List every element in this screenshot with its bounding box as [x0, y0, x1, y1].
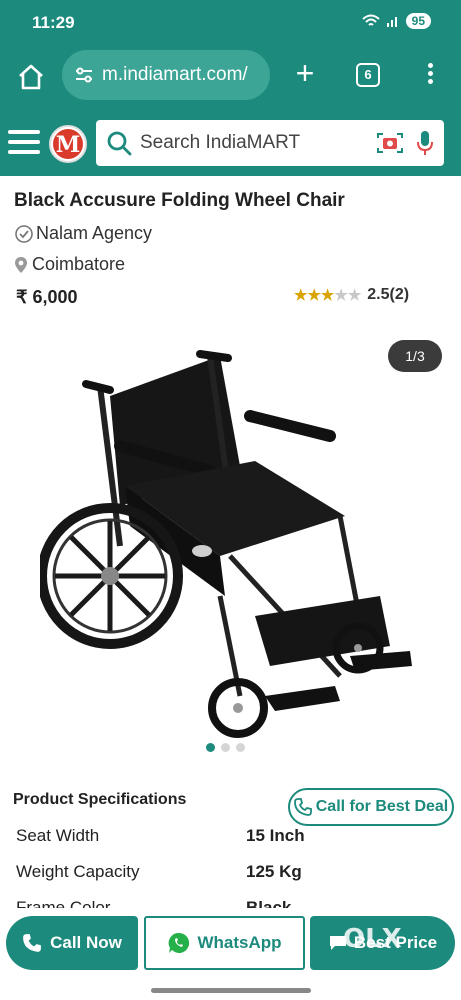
location-pin-icon [15, 256, 27, 273]
search-input[interactable]: Search IndiaMART [96, 120, 444, 166]
specifications-title: Product Specifications [13, 791, 187, 808]
product-title: Black Accusure Folding Wheel Chair [14, 190, 345, 211]
location-row: Coimbatore [14, 254, 125, 275]
search-icon [107, 131, 132, 156]
rating[interactable]: ★★★★★ 2.5(2) [294, 286, 409, 304]
site-settings-icon[interactable] [74, 65, 94, 85]
camera-search-icon[interactable] [376, 130, 404, 156]
star-icon: ★ [320, 287, 335, 304]
home-indicator[interactable] [151, 988, 311, 993]
seller-row[interactable]: Nalam Agency [14, 223, 152, 244]
home-icon[interactable] [16, 62, 46, 92]
carousel-dot[interactable] [206, 743, 215, 752]
indiamart-logo[interactable]: M [49, 125, 87, 163]
browser-toolbar: m.indiamart.com/ + 6 [0, 44, 461, 110]
whatsapp-button[interactable]: WhatsApp [144, 916, 305, 970]
new-tab-button[interactable]: + [290, 57, 320, 89]
search-placeholder: Search IndiaMART [140, 132, 301, 153]
signal-icon [386, 17, 397, 27]
spec-value: 15 Inch [246, 826, 305, 845]
browser-menu-icon[interactable] [420, 60, 440, 90]
star-icon: ★ [347, 287, 362, 304]
star-icon: ★ [334, 287, 348, 304]
location-text: Coimbatore [32, 254, 126, 274]
olx-watermark-text: OLX [343, 924, 402, 954]
spec-label: Seat Width [16, 826, 100, 845]
logo-letter: M [53, 129, 83, 159]
call-now-label: Call Now [50, 933, 122, 952]
whatsapp-icon [169, 932, 190, 953]
star-icon: ★ [307, 287, 321, 304]
image-counter: 1/3 [388, 340, 442, 372]
star-icon: ★ [294, 287, 308, 304]
carousel-dots[interactable] [206, 743, 245, 752]
phone-icon [293, 798, 312, 816]
call-for-best-deal-button[interactable]: Call for Best Deal [288, 788, 454, 826]
microphone-icon[interactable] [416, 129, 434, 157]
status-time: 11:29 [32, 13, 75, 32]
rating-text: 2.5(2) [367, 286, 410, 303]
carousel-dot[interactable] [221, 743, 230, 752]
seller-name[interactable]: Nalam Agency [36, 223, 152, 244]
site-header: M Search IndiaMART [0, 110, 461, 176]
status-icons: 95 [361, 13, 431, 29]
tab-switcher-button[interactable]: 6 [356, 63, 380, 87]
whatsapp-label: WhatsApp [197, 933, 282, 952]
product-image[interactable] [40, 346, 420, 746]
call-now-button[interactable]: Call Now [6, 916, 138, 970]
spec-label: Weight Capacity [16, 862, 140, 881]
carousel-dot[interactable] [236, 743, 245, 752]
call-for-best-deal-label: Call for Best Deal [315, 798, 449, 815]
url-bar[interactable]: m.indiamart.com/ [62, 50, 270, 100]
rating-stars: ★★★★★ [294, 286, 361, 304]
olx-watermark: OLX [343, 924, 402, 954]
spec-value: 125 Kg [246, 862, 302, 881]
status-bar: 11:29 95 [0, 0, 461, 44]
hamburger-menu-icon[interactable] [8, 130, 40, 156]
url-text: m.indiamart.com/ [102, 64, 248, 85]
battery-indicator: 95 [405, 13, 431, 29]
wifi-icon [361, 14, 380, 26]
verified-seller-icon [15, 224, 33, 243]
product-price: ₹ 6,000 [16, 287, 78, 307]
phone-icon [23, 934, 41, 952]
bottom-action-bar: Call Now WhatsApp Best Price OLX [0, 908, 461, 1000]
